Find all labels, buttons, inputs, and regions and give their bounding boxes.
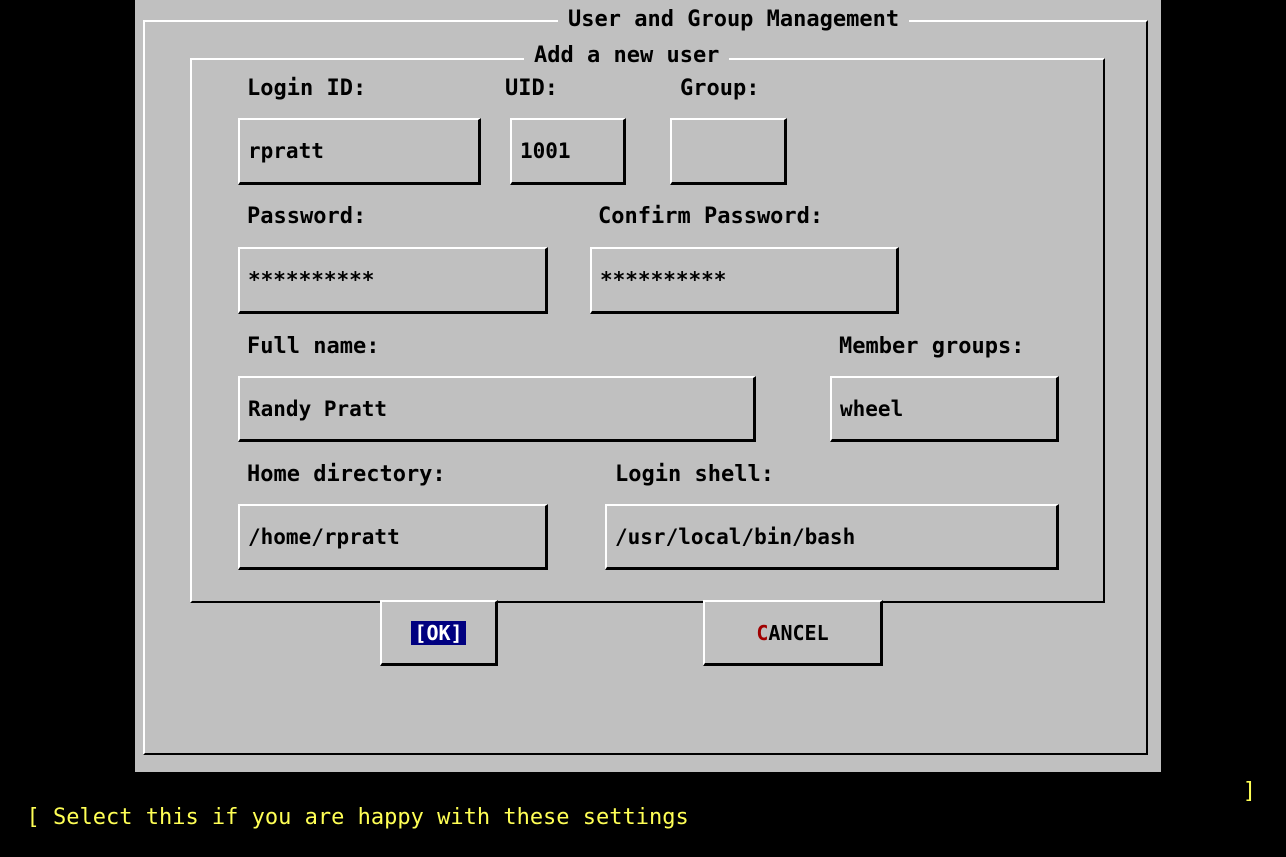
confirm-password-value: ********** bbox=[600, 268, 727, 292]
login-shell-label: Login shell: bbox=[615, 462, 774, 487]
group-label: Group: bbox=[680, 76, 760, 101]
status-help-text: [ Select this if you are happy with thes… bbox=[26, 805, 689, 830]
cancel-button-label: CANCEL bbox=[756, 621, 828, 645]
uid-label: UID: bbox=[505, 76, 558, 101]
confirm-password-field[interactable]: ********** bbox=[590, 247, 899, 314]
home-directory-value: /home/rpratt bbox=[248, 524, 400, 549]
confirm-password-label: Confirm Password: bbox=[598, 204, 824, 229]
status-bracket-end: ] bbox=[1242, 779, 1256, 804]
uid-field[interactable]: 1001 bbox=[510, 118, 626, 185]
full-name-field[interactable]: Randy Pratt bbox=[238, 376, 756, 442]
login-id-label: Login ID: bbox=[247, 76, 367, 101]
cancel-label-rest: ANCEL bbox=[768, 620, 829, 645]
member-groups-field[interactable]: wheel bbox=[830, 376, 1059, 442]
member-groups-label: Member groups: bbox=[839, 334, 1025, 359]
ok-button-label: [OK] bbox=[411, 620, 466, 645]
login-id-field[interactable]: rpratt bbox=[238, 118, 481, 185]
login-shell-value: /usr/local/bin/bash bbox=[615, 524, 856, 549]
group-field[interactable] bbox=[670, 118, 787, 185]
full-name-value: Randy Pratt bbox=[248, 396, 388, 421]
dialog-subtitle: Add a new user bbox=[524, 44, 730, 68]
password-value: ********** bbox=[248, 268, 375, 292]
uid-value: 1001 bbox=[520, 139, 571, 163]
login-id-value: rpratt bbox=[248, 139, 324, 163]
home-directory-field[interactable]: /home/rpratt bbox=[238, 504, 548, 570]
ok-button[interactable]: [OK] bbox=[380, 600, 498, 666]
password-field[interactable]: ********** bbox=[238, 247, 548, 314]
cancel-button[interactable]: CANCEL bbox=[703, 600, 883, 666]
dialog-title: User and Group Management bbox=[558, 8, 910, 32]
status-bar: [ Select this if you are happy with thes… bbox=[0, 779, 1286, 830]
full-name-label: Full name: bbox=[247, 334, 380, 359]
home-directory-label: Home directory: bbox=[247, 462, 446, 487]
login-shell-field[interactable]: /usr/local/bin/bash bbox=[605, 504, 1059, 570]
member-groups-value: wheel bbox=[840, 396, 904, 421]
user-management-dialog: User and Group Management Add a new user… bbox=[135, 0, 1161, 772]
cancel-hotkey: C bbox=[756, 620, 769, 645]
password-label: Password: bbox=[247, 204, 367, 229]
